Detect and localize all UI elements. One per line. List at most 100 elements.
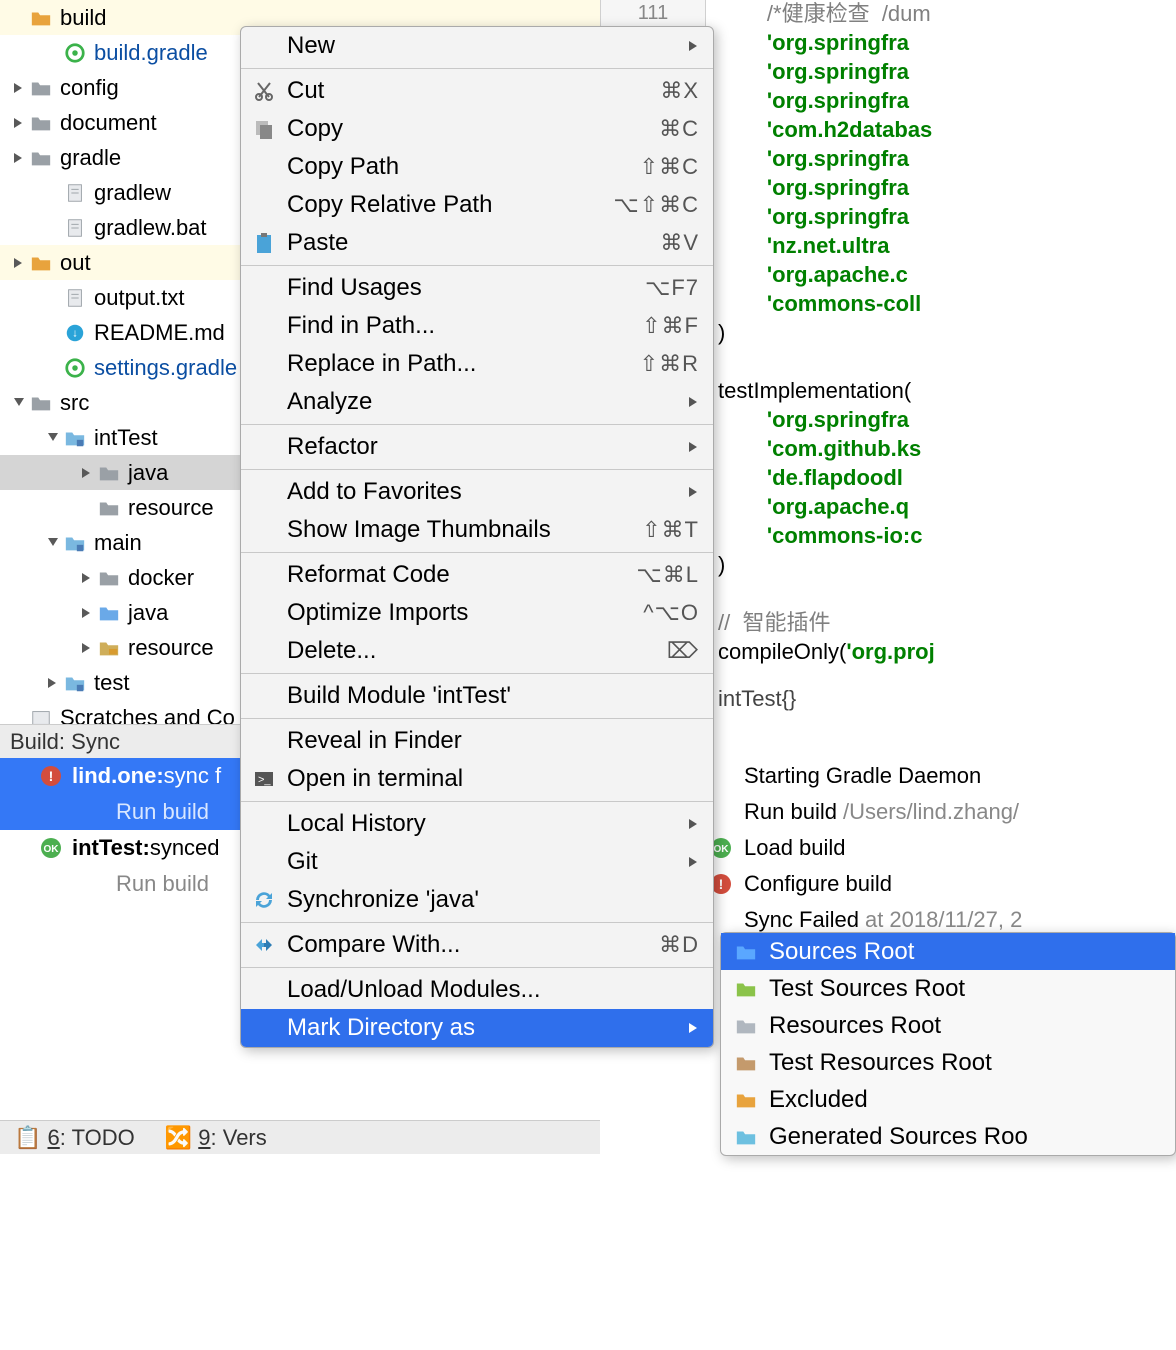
status-bar[interactable]: 📋 6: TODO 🔀 9: Vers — [0, 1120, 600, 1154]
submenu-item-resources-root[interactable]: Resources Root — [721, 1007, 1175, 1044]
submenu-item-test-resources-root[interactable]: Test Resources Root — [721, 1044, 1175, 1081]
menu-item-mark-directory-as[interactable]: Mark Directory as — [241, 1009, 713, 1047]
menu-item-find-usages[interactable]: Find Usages⌥F7 — [241, 269, 713, 307]
menu-item-open-in-terminal[interactable]: >_Open in terminal — [241, 760, 713, 798]
menu-item-label: Find Usages — [287, 274, 645, 302]
tree-item-label: java — [128, 600, 168, 626]
tree-item-label: gradle — [60, 145, 121, 171]
menu-separator — [241, 424, 713, 425]
module-icon — [64, 427, 86, 449]
svg-text:OK: OK — [44, 844, 60, 855]
menu-item-copy[interactable]: Copy⌘C — [241, 110, 713, 148]
menu-item-compare-with-[interactable]: Compare With...⌘D — [241, 926, 713, 964]
tree-item-label: settings.gradle — [94, 355, 237, 381]
menu-item-label: Compare With... — [287, 931, 659, 959]
copy-icon — [251, 116, 277, 142]
menu-item-delete-[interactable]: Delete...⌦ — [241, 632, 713, 670]
status-todo[interactable]: 📋 6: TODO — [14, 1125, 135, 1151]
menu-separator — [241, 68, 713, 69]
menu-item-synchronize-java-[interactable]: Synchronize 'java' — [241, 881, 713, 919]
file-icon — [64, 217, 86, 239]
menu-item-label: Optimize Imports — [287, 599, 643, 627]
module-icon — [64, 532, 86, 554]
menu-item-find-in-path-[interactable]: Find in Path...⇧⌘F — [241, 307, 713, 345]
tree-item-label: gradlew — [94, 180, 171, 206]
shortcut: ⇧⌘F — [642, 313, 699, 339]
context-menu[interactable]: New Cut⌘XCopy⌘CCopy Path⇧⌘CCopy Relative … — [240, 26, 714, 1048]
menu-item-add-to-favorites[interactable]: Add to Favorites — [241, 473, 713, 511]
menu-item-label: Git — [287, 848, 689, 876]
shortcut: ⌥⇧⌘C — [613, 192, 699, 218]
submenu-item-test-sources-root[interactable]: Test Sources Root — [721, 970, 1175, 1007]
menu-item-load-unload-modules-[interactable]: Load/Unload Modules... — [241, 971, 713, 1009]
tree-item-label: src — [60, 390, 89, 416]
tree-item-label: main — [94, 530, 142, 556]
submenu-arrow-icon — [689, 397, 699, 407]
menu-item-git[interactable]: Git — [241, 843, 713, 881]
menu-item-replace-in-path-[interactable]: Replace in Path...⇧⌘R — [241, 345, 713, 383]
folder-icon — [735, 941, 757, 963]
shortcut: ⌘V — [660, 230, 699, 256]
shortcut: ^⌥O — [643, 600, 699, 626]
menu-item-local-history[interactable]: Local History — [241, 805, 713, 843]
gradle-icon — [64, 357, 86, 379]
mdfile-icon: ↓ — [64, 322, 86, 344]
menu-item-label: Analyze — [287, 388, 689, 416]
svg-text:↓: ↓ — [72, 327, 78, 339]
svg-text:>_: >_ — [258, 774, 271, 786]
folder-icon — [30, 7, 52, 29]
menu-item-label: Load/Unload Modules... — [287, 976, 699, 1004]
submenu-item-excluded[interactable]: Excluded — [721, 1081, 1175, 1118]
menu-item-refactor[interactable]: Refactor — [241, 428, 713, 466]
folder-icon — [30, 112, 52, 134]
status-version-control[interactable]: 🔀 9: Vers — [165, 1125, 267, 1151]
menu-item-optimize-imports[interactable]: Optimize Imports^⌥O — [241, 594, 713, 632]
submenu-item-label: Test Resources Root — [769, 1049, 992, 1077]
submenu-arrow-icon — [689, 819, 699, 829]
folder-icon — [30, 147, 52, 169]
menu-item-analyze[interactable]: Analyze — [241, 383, 713, 421]
build-log-row: !Configure build — [710, 866, 1176, 902]
svg-text:!: ! — [719, 876, 724, 892]
menu-item-build-module-inttest-[interactable]: Build Module 'intTest' — [241, 677, 713, 715]
ok-icon: OK — [40, 837, 62, 859]
submenu-arrow-icon — [689, 41, 699, 51]
shortcut: ⇧⌘R — [640, 351, 699, 377]
menu-item-copy-path[interactable]: Copy Path⇧⌘C — [241, 148, 713, 186]
submenu-arrow-icon — [689, 1023, 699, 1033]
editor-gutter: 111 — [600, 0, 706, 28]
tree-item-label: test — [94, 670, 129, 696]
tree-item-label: resource — [128, 495, 214, 521]
tree-item-label: intTest — [94, 425, 158, 451]
code-editor[interactable]: /*健康检查 /dum 'org.springfra 'org.springfr… — [718, 0, 1176, 680]
module-icon — [64, 672, 86, 694]
submenu-item-generated-sources-roo[interactable]: Generated Sources Roo — [721, 1118, 1175, 1155]
menu-item-cut[interactable]: Cut⌘X — [241, 72, 713, 110]
menu-item-label: Local History — [287, 810, 689, 838]
breadcrumb[interactable]: intTest{} — [718, 680, 796, 718]
menu-item-copy-relative-path[interactable]: Copy Relative Path⌥⇧⌘C — [241, 186, 713, 224]
tree-item-label: output.txt — [94, 285, 185, 311]
menu-item-new[interactable]: New — [241, 27, 713, 65]
shortcut: ⌥F7 — [645, 275, 699, 301]
tree-item-label: document — [60, 110, 157, 136]
menu-item-label: Refactor — [287, 433, 689, 461]
folder-icon — [30, 392, 52, 414]
tree-item-label: README.md — [94, 320, 225, 346]
menu-item-reveal-in-finder[interactable]: Reveal in Finder — [241, 722, 713, 760]
menu-item-label: Build Module 'intTest' — [287, 682, 699, 710]
menu-item-paste[interactable]: Paste⌘V — [241, 224, 713, 262]
menu-item-reformat-code[interactable]: Reformat Code⌥⌘L — [241, 556, 713, 594]
folder-icon — [30, 77, 52, 99]
shortcut: ⌘D — [659, 932, 699, 958]
tree-item-label: docker — [128, 565, 194, 591]
submenu-item-label: Generated Sources Roo — [769, 1123, 1028, 1151]
shortcut: ⌦ — [667, 638, 699, 664]
menu-item-label: New — [287, 32, 689, 60]
menu-item-show-image-thumbnails[interactable]: Show Image Thumbnails⇧⌘T — [241, 511, 713, 549]
mark-directory-submenu[interactable]: Sources RootTest Sources RootResources R… — [720, 932, 1176, 1156]
submenu-item-sources-root[interactable]: Sources Root — [721, 933, 1175, 970]
menu-separator — [241, 922, 713, 923]
menu-item-label: Copy — [287, 115, 659, 143]
menu-separator — [241, 801, 713, 802]
